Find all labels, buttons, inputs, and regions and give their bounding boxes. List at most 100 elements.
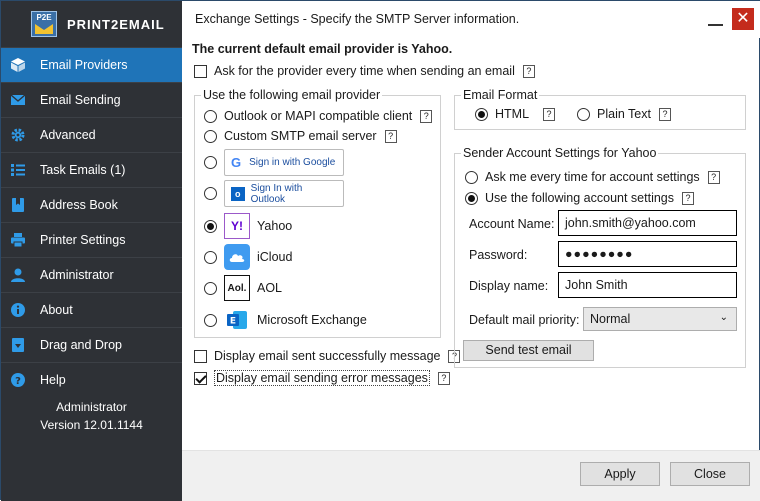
ask-provider-label: Ask for the provider every time when sen… [214,64,515,78]
sidebar-item-about[interactable]: About [1,292,182,327]
sidebar-item-label: Email Providers [40,58,128,72]
provider-yahoo[interactable]: Y! Yahoo [204,213,292,239]
sidebar-item-label: Advanced [40,128,96,142]
google-icon: G [231,155,242,170]
aol-radio[interactable] [204,281,217,295]
title-bar: Exchange Settings - Specify the SMTP Ser… [182,1,760,38]
use-following-radio[interactable] [465,191,478,205]
send-test-email-button[interactable]: Send test email [463,340,594,361]
main-content: The current default email provider is Ya… [182,38,760,450]
display-success-checkbox[interactable] [194,349,207,363]
sidebar-item-drag-and-drop[interactable]: Drag and Drop [1,327,182,362]
help-icon[interactable]: ? [384,129,397,143]
icloud-label: iCloud [257,250,293,264]
user-icon [10,267,26,283]
provider-google[interactable]: G Sign in with Google [204,149,344,176]
outlook-sign-in-button[interactable]: o Sign In with Outlook [224,180,344,207]
help-icon: ? [10,372,26,388]
outlook-mapi-radio[interactable] [204,109,217,123]
google-radio[interactable] [204,156,217,169]
tasks-icon [10,162,26,178]
sidebar-item-address-book[interactable]: Address Book [1,187,182,222]
help-icon[interactable]: ? [420,109,433,123]
provider-exchange[interactable]: E Microsoft Exchange [204,307,367,333]
chevron-down-icon: ⌄ [719,312,728,323]
exchange-label: Microsoft Exchange [257,313,367,327]
provider-custom-smtp[interactable]: Custom SMTP email server ? [204,129,397,143]
minimize-button[interactable] [705,9,725,29]
display-error-row[interactable]: Display email sending error messages ? [194,370,450,386]
format-html[interactable]: HTML ? [475,107,556,121]
sidebar-item-label: Address Book [40,198,118,212]
sidebar-footer: Administrator Version 12.01.1144 [1,398,182,434]
ask-provider-checkbox[interactable] [194,64,207,78]
outlook-radio[interactable] [204,187,217,200]
sidebar-item-label: Administrator [40,268,114,282]
sidebar-item-task-emails[interactable]: Task Emails (1) [1,152,182,187]
custom-smtp-radio[interactable] [204,129,217,143]
help-icon[interactable]: ? [437,371,450,385]
provider-group-legend: Use the following email provider [201,88,383,102]
display-success-label: Display email sent successfully message [214,349,441,363]
help-icon[interactable]: ? [522,64,535,78]
priority-select[interactable]: Normal ⌄ [583,307,737,331]
google-sign-in-button[interactable]: G Sign in with Google [224,149,344,176]
logo-text: PRINT2EMAIL [67,16,165,32]
format-plain-text[interactable]: Plain Text ? [577,107,671,121]
cloud-icon [224,244,250,270]
email-format-legend: Email Format [461,88,540,102]
display-name-field[interactable]: John Smith [558,272,737,298]
sidebar-item-email-sending[interactable]: Email Sending [1,82,182,117]
account-name-field[interactable]: john.smith@yahoo.com [558,210,737,236]
account-name-label: Account Name: [469,217,555,231]
exchange-icon: E [224,307,250,333]
provider-outlook[interactable]: o Sign In with Outlook [204,180,344,207]
drag-drop-icon [10,337,26,353]
html-radio[interactable] [475,107,488,121]
provider-outlook-mapi[interactable]: Outlook or MAPI compatible client ? [204,109,433,123]
ask-every-time-row[interactable]: Ask me every time for account settings ? [465,170,720,184]
sidebar-item-label: Email Sending [40,93,121,107]
use-following-row[interactable]: Use the following account settings ? [465,191,694,205]
box-icon [10,57,26,73]
sidebar-item-email-providers[interactable]: Email Providers [1,47,182,82]
help-icon[interactable]: ? [707,170,720,184]
email-format-group: Email Format HTML ? Plain Text ? [454,88,746,130]
aol-label: AOL [257,281,283,295]
exchange-radio[interactable] [204,313,217,327]
yahoo-label: Yahoo [257,219,293,233]
help-icon[interactable]: ? [658,107,671,121]
sidebar-item-help[interactable]: ? Help [1,362,182,397]
aol-logo-icon: Aol. [224,275,250,301]
yahoo-radio[interactable] [204,219,217,233]
window-title: Exchange Settings - Specify the SMTP Ser… [195,12,520,26]
apply-button[interactable]: Apply [580,462,660,486]
help-icon[interactable]: ? [682,191,694,205]
provider-icloud[interactable]: iCloud [204,244,292,270]
display-success-row[interactable]: Display email sent successfully message … [194,349,461,363]
icloud-radio[interactable] [204,250,217,264]
app-logo: P2E PRINT2EMAIL [1,1,182,47]
sidebar-item-administrator[interactable]: Administrator [1,257,182,292]
display-error-checkbox[interactable] [194,371,207,385]
gear-icon [10,127,26,143]
custom-smtp-label: Custom SMTP email server [224,129,377,143]
outlook-button-label: Sign In with Outlook [250,182,303,205]
sidebar-item-advanced[interactable]: Advanced [1,117,182,152]
password-label: Password: [469,248,528,262]
footer-user: Administrator [56,400,127,414]
sidebar-item-printer-settings[interactable]: Printer Settings [1,222,182,257]
password-field[interactable]: ●●●●●●●● [558,241,737,267]
ask-every-time-radio[interactable] [465,170,478,184]
close-icon[interactable]: ✕ [732,8,754,30]
close-button[interactable]: Close [670,462,750,486]
help-icon[interactable]: ? [543,107,556,121]
yahoo-icon: Y! [224,213,250,239]
google-button-label: Sign in with Google [249,157,336,168]
ask-provider-row[interactable]: Ask for the provider every time when sen… [194,64,535,78]
provider-aol[interactable]: Aol. AOL [204,275,282,301]
footer-version: Version 12.01.1144 [40,418,143,432]
plain-text-radio[interactable] [577,107,590,121]
display-name-label: Display name: [469,279,549,293]
priority-value: Normal [590,312,631,326]
